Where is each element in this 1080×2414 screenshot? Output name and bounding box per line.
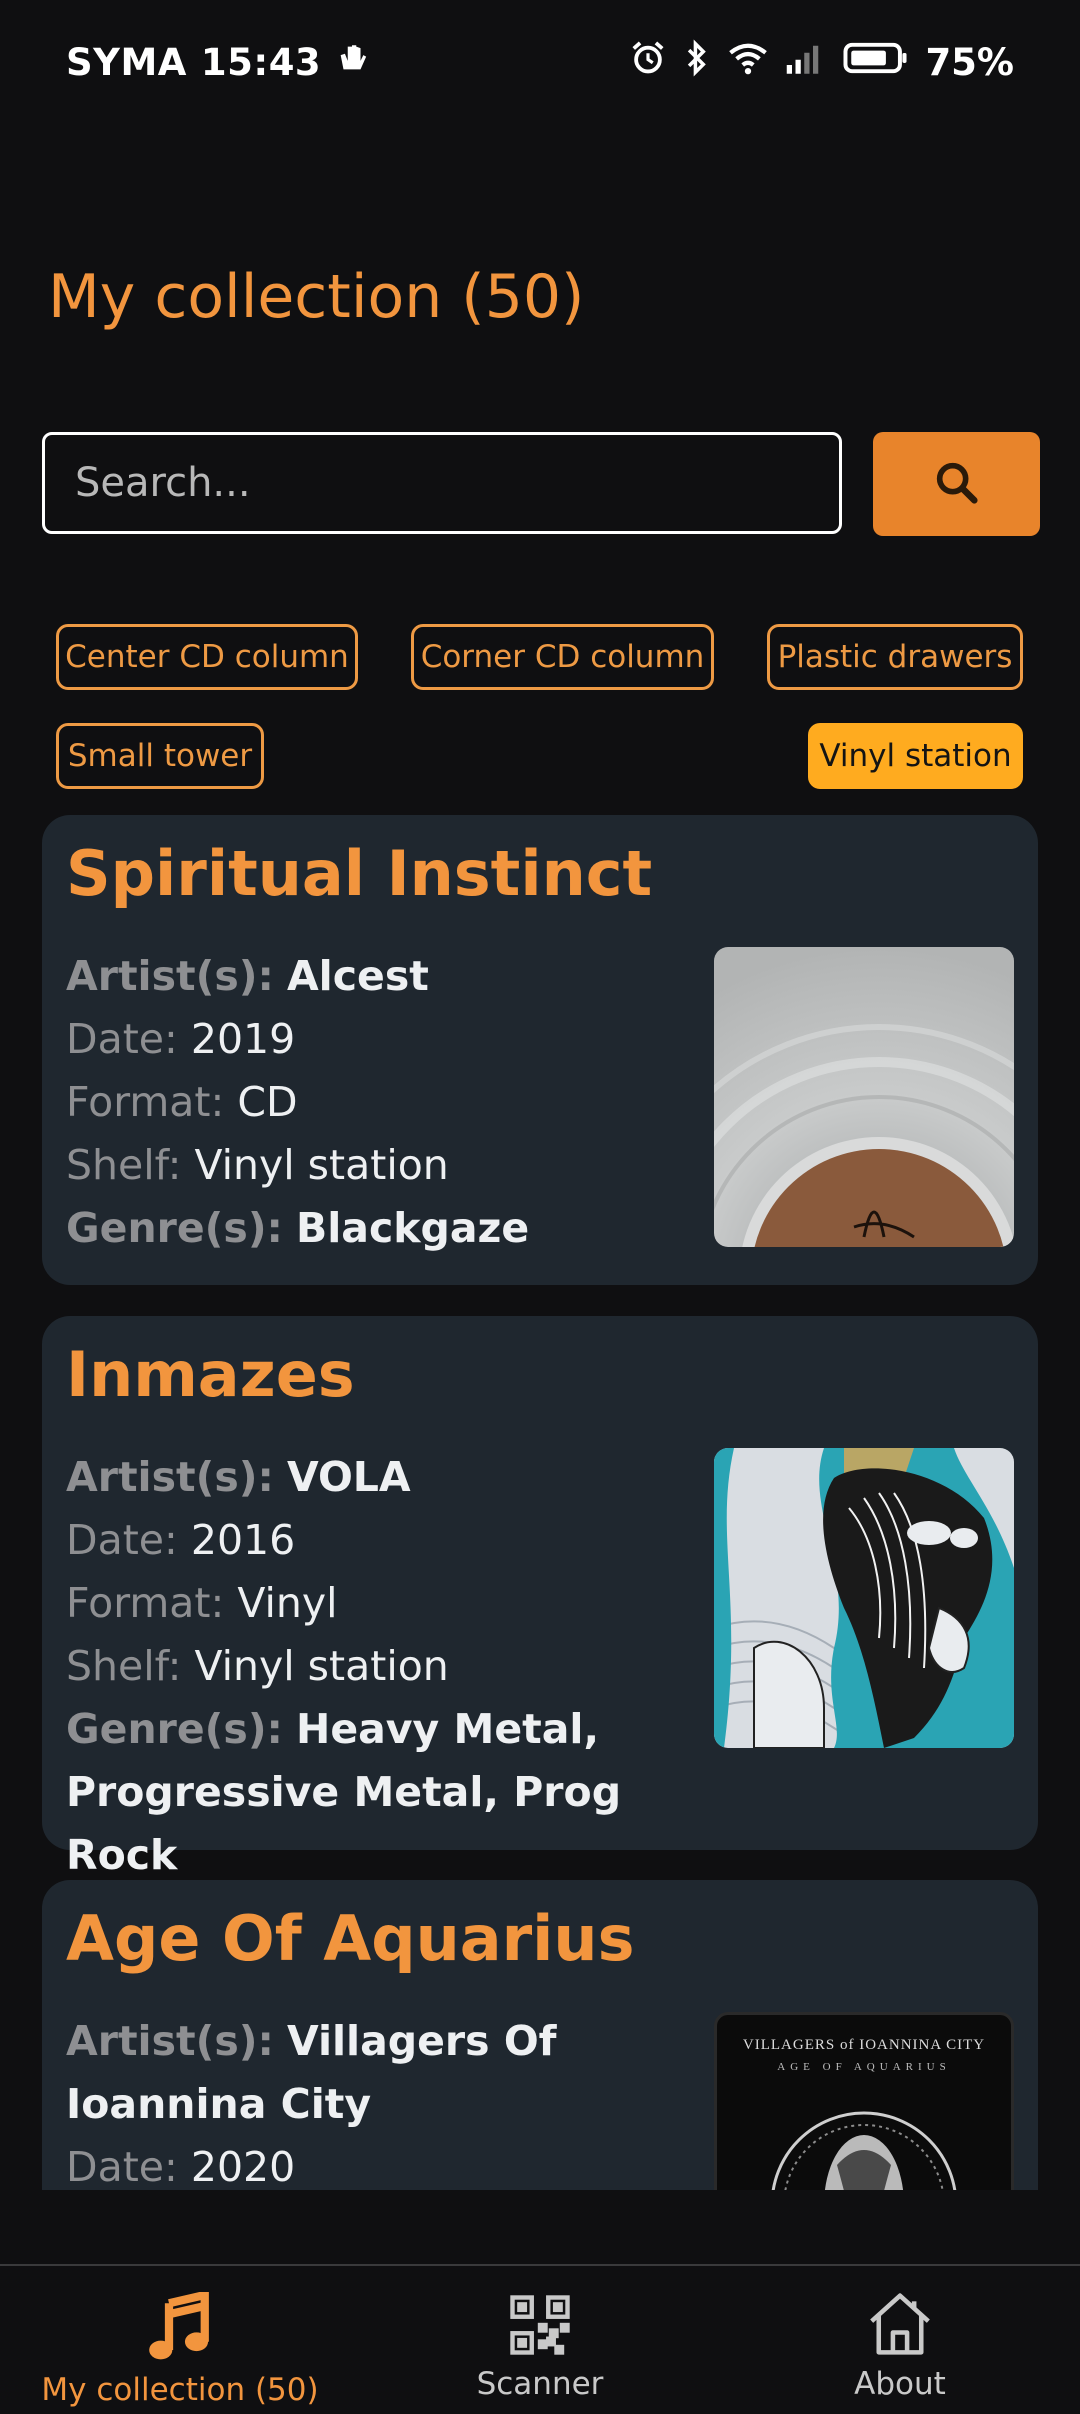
- album-details: Artist(s): Villagers Of Ioannina City Da…: [66, 2010, 686, 2190]
- genre-label: Genre(s):: [66, 1705, 283, 1753]
- format-label: Format:: [66, 1078, 225, 1126]
- shelf-chip-small-tower[interactable]: Small tower: [56, 723, 264, 789]
- search-button[interactable]: [873, 432, 1040, 536]
- genre-row: Genre(s): Blackgaze: [66, 1197, 706, 1260]
- date-row: Date: 2016: [66, 1509, 706, 1572]
- shelf-value: Vinyl station: [194, 1642, 449, 1690]
- page-title: My collection (50): [48, 262, 585, 332]
- bluetooth-icon: [683, 39, 711, 86]
- wifi-icon: [727, 40, 769, 85]
- artist-row: Artist(s): Villagers Of Ioannina City: [66, 2010, 686, 2136]
- artist-value: VOLA: [286, 1453, 411, 1501]
- date-label: Date:: [66, 2143, 178, 2190]
- date-value: 2020: [190, 2143, 296, 2190]
- nav-label: About: [854, 2366, 946, 2402]
- music-note-icon: [147, 2289, 213, 2368]
- nav-about[interactable]: About: [760, 2266, 1040, 2414]
- search-icon: [931, 457, 983, 512]
- album-cover-image[interactable]: VILLAGERS of IOANNINA CITY AGE OF AQUARI…: [714, 2012, 1014, 2190]
- hand-notification-icon: [335, 41, 369, 84]
- qr-code-icon: [507, 2292, 573, 2362]
- artist-value: Alcest: [286, 952, 429, 1000]
- genre-row: Genre(s): Heavy Metal, Progressive Metal…: [66, 1698, 706, 1887]
- battery-icon: [843, 40, 909, 85]
- status-left: SYMA 15:43: [66, 41, 369, 84]
- signal-icon: [785, 40, 827, 85]
- format-row: Format: CD: [66, 1071, 706, 1134]
- nav-label: Scanner: [476, 2366, 604, 2402]
- shelf-label: Shelf:: [66, 1642, 182, 1690]
- status-right: 75%: [629, 39, 1014, 86]
- shelf-row: Shelf: Vinyl station: [66, 1635, 706, 1698]
- format-label: Format:: [66, 1579, 225, 1627]
- battery-percent: 75%: [925, 41, 1014, 84]
- date-label: Date:: [66, 1015, 178, 1063]
- artist-label: Artist(s):: [66, 2017, 274, 2065]
- album-title: Spiritual Instinct: [66, 837, 653, 910]
- nav-scanner[interactable]: Scanner: [400, 2266, 680, 2414]
- genre-value: Blackgaze: [296, 1204, 530, 1252]
- format-value: Vinyl: [237, 1579, 338, 1627]
- status-bar: SYMA 15:43 75%: [0, 0, 1080, 125]
- date-value: 2019: [190, 1015, 296, 1063]
- shelf-chip-corner-cd-column[interactable]: Corner CD column: [411, 624, 714, 690]
- nav-label: My collection (50): [41, 2372, 319, 2408]
- search-input[interactable]: [42, 432, 842, 534]
- home-icon: [865, 2290, 935, 2362]
- date-label: Date:: [66, 1516, 178, 1564]
- album-cover-image[interactable]: [714, 947, 1014, 1247]
- shelf-chip-center-cd-column[interactable]: Center CD column: [56, 624, 358, 690]
- artist-row: Artist(s): Alcest: [66, 945, 706, 1008]
- format-value: CD: [237, 1078, 298, 1126]
- nav-my-collection[interactable]: My collection (50): [40, 2266, 320, 2414]
- date-row: Date: 2019: [66, 1008, 706, 1071]
- shelf-label: Shelf:: [66, 1141, 182, 1189]
- shelf-chip-plastic-drawers[interactable]: Plastic drawers: [767, 624, 1023, 690]
- artist-row: Artist(s): VOLA: [66, 1446, 706, 1509]
- shelf-row: Shelf: Vinyl station: [66, 1134, 706, 1197]
- search-bar: [42, 432, 1042, 537]
- bottom-navigation: My collection (50) Scanner About: [0, 2264, 1080, 2414]
- album-cover-image[interactable]: [714, 1448, 1014, 1748]
- album-card[interactable]: Inmazes Artist(s): VOLA Date: 2016 Forma…: [42, 1316, 1038, 1879]
- artist-label: Artist(s):: [66, 1453, 274, 1501]
- shelf-value: Vinyl station: [194, 1141, 449, 1189]
- album-details: Artist(s): Alcest Date: 2019 Format: CD …: [66, 945, 706, 1260]
- format-row: Format: Vinyl: [66, 1572, 706, 1635]
- album-details: Artist(s): VOLA Date: 2016 Format: Vinyl…: [66, 1446, 706, 1887]
- carrier-label: SYMA: [66, 41, 187, 84]
- artist-label: Artist(s):: [66, 952, 274, 1000]
- shelf-chip-vinyl-station[interactable]: Vinyl station: [808, 723, 1023, 789]
- album-list[interactable]: Spiritual Instinct Artist(s): Alcest Dat…: [0, 815, 1080, 2190]
- album-title: Age Of Aquarius: [66, 1902, 635, 1975]
- alarm-icon: [629, 39, 667, 86]
- album-card[interactable]: Age Of Aquarius Artist(s): Villagers Of …: [42, 1880, 1038, 2190]
- album-card[interactable]: Spiritual Instinct Artist(s): Alcest Dat…: [42, 815, 1038, 1285]
- clock: 15:43: [200, 41, 322, 84]
- album-title: Inmazes: [66, 1338, 355, 1411]
- date-value: 2016: [190, 1516, 296, 1564]
- date-row: Date: 2020: [66, 2136, 686, 2190]
- genre-label: Genre(s):: [66, 1204, 283, 1252]
